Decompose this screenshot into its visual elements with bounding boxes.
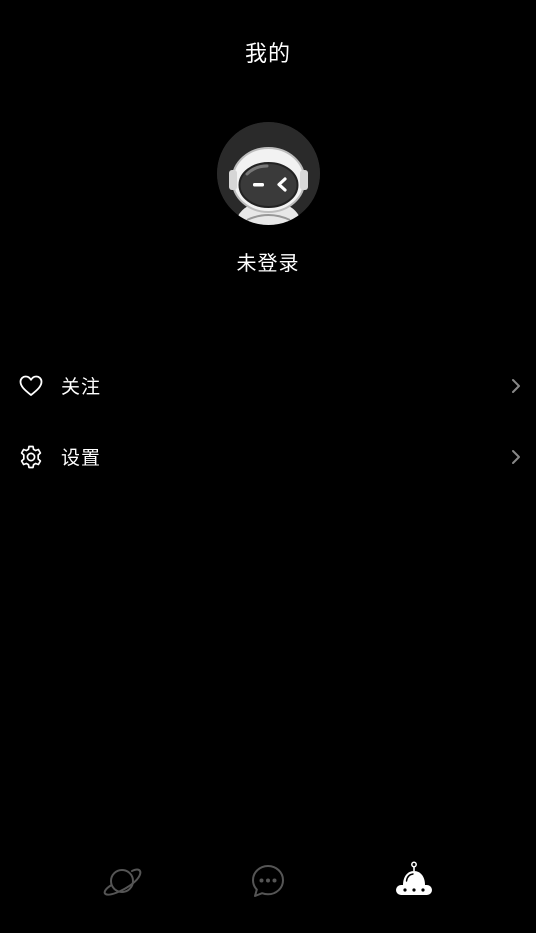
ufo-robot-icon [394, 861, 434, 905]
heart-icon [18, 373, 44, 399]
menu-item-settings[interactable]: 设置 [0, 421, 536, 492]
tab-profile[interactable] [341, 853, 487, 913]
tab-discover[interactable] [49, 853, 195, 913]
gear-icon [18, 444, 44, 470]
chevron-right-icon [510, 448, 522, 466]
menu-item-label: 关注 [61, 376, 102, 398]
chevron-right-icon [510, 377, 522, 395]
menu-item-label: 设置 [61, 447, 102, 469]
bottom-tab-bar [0, 833, 536, 933]
profile-section: 未登录 [0, 122, 536, 278]
chat-bubble-icon [250, 863, 286, 903]
settings-menu: 关注 设置 [0, 350, 536, 492]
avatar[interactable] [216, 122, 320, 225]
login-status[interactable]: 未登录 [237, 248, 300, 278]
planet-icon [102, 864, 142, 902]
menu-item-follow[interactable]: 关注 [0, 350, 536, 421]
tab-messages[interactable] [195, 853, 341, 913]
page-title: 我的 [244, 42, 291, 67]
